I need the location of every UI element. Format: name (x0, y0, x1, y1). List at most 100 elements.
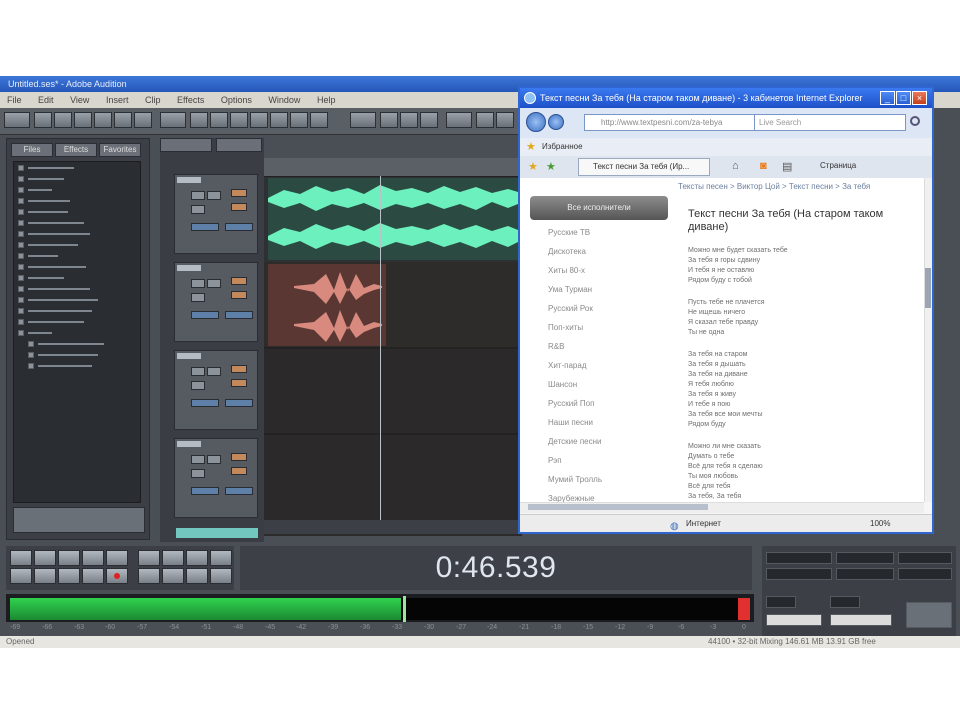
mute-button[interactable] (191, 191, 205, 200)
tree-item[interactable] (28, 361, 140, 371)
zoom-selection-button[interactable] (210, 550, 232, 566)
solo-button[interactable] (207, 191, 221, 200)
mute-button[interactable] (191, 455, 205, 464)
input-select[interactable] (191, 311, 219, 319)
fast-forward-button[interactable] (58, 568, 80, 584)
zoom-right-button[interactable] (210, 568, 232, 584)
tree-item[interactable] (18, 306, 140, 316)
tool-button[interactable] (380, 112, 398, 128)
tempo-field[interactable] (766, 596, 796, 608)
tool-button[interactable] (54, 112, 72, 128)
record-button[interactable] (106, 568, 128, 584)
tool-button[interactable] (476, 112, 494, 128)
record-arm-button[interactable] (191, 205, 205, 214)
menu-options[interactable]: Options (221, 95, 252, 105)
volume-knob[interactable] (231, 453, 247, 461)
address-bar[interactable]: http://www.textpesni.com/za-tebya (584, 114, 762, 131)
artist-link[interactable]: Хиты 80-х (548, 266, 668, 285)
mute-button[interactable] (191, 367, 205, 376)
zoom-full-button[interactable] (186, 550, 208, 566)
tool-button[interactable] (496, 112, 514, 128)
forward-icon[interactable] (548, 114, 564, 130)
tool-button[interactable] (446, 112, 472, 128)
zoom-in-vertical-button[interactable] (138, 568, 160, 584)
selection-end-field[interactable] (836, 552, 894, 564)
tool-button[interactable] (310, 112, 328, 128)
pan-knob[interactable] (231, 379, 247, 387)
zoom-in-button[interactable] (138, 550, 160, 566)
tree-item[interactable] (28, 339, 140, 349)
favorites-center-icon[interactable]: ★ (528, 160, 538, 173)
artist-link[interactable]: Ума Турман (548, 285, 668, 304)
volume-knob[interactable] (231, 277, 247, 285)
artist-link[interactable]: Хит-парад (548, 361, 668, 380)
tool-button[interactable] (250, 112, 268, 128)
tool-button[interactable] (134, 112, 152, 128)
menu-effects[interactable]: Effects (177, 95, 204, 105)
tree-item[interactable] (18, 196, 140, 206)
volume-knob[interactable] (231, 189, 247, 197)
zoom-out-vertical-button[interactable] (162, 568, 184, 584)
view-length-field[interactable] (898, 568, 952, 580)
output-select[interactable] (225, 223, 253, 231)
track-2-header[interactable] (174, 262, 258, 342)
track-4-header[interactable] (174, 438, 258, 518)
selection-length-field[interactable] (898, 552, 952, 564)
time-signature-select[interactable] (766, 614, 822, 626)
stop-button[interactable] (10, 550, 32, 566)
add-favorite-icon[interactable]: ★ (546, 160, 556, 173)
artist-link[interactable]: Рэп (548, 456, 668, 475)
page-vertical-scroll-thumb[interactable] (925, 268, 931, 308)
page-menu[interactable]: Страница (820, 161, 856, 170)
track-1-header[interactable] (174, 174, 258, 254)
tree-item[interactable] (18, 262, 140, 272)
tree-item[interactable] (18, 207, 140, 217)
browser-tab[interactable]: Текст песни За тебя (Ир... (578, 158, 710, 176)
artist-link[interactable]: Зарубежные (548, 494, 668, 502)
search-input[interactable]: Live Search (754, 114, 906, 131)
tool-button[interactable] (400, 112, 418, 128)
view-begin-field[interactable] (766, 568, 832, 580)
volume-knob[interactable] (231, 365, 247, 373)
menu-insert[interactable]: Insert (106, 95, 129, 105)
tool-button[interactable] (74, 112, 92, 128)
view-end-field[interactable] (836, 568, 894, 580)
solo-button[interactable] (207, 455, 221, 464)
artist-link[interactable]: Шансон (548, 380, 668, 399)
solo-button[interactable] (207, 279, 221, 288)
beats-field[interactable] (830, 596, 860, 608)
tool-button[interactable] (160, 112, 186, 128)
minimize-button[interactable]: _ (880, 91, 895, 105)
tool-button[interactable] (420, 112, 438, 128)
track-3-header[interactable] (174, 350, 258, 430)
organizer-scrollbar[interactable] (13, 507, 145, 533)
menu-edit[interactable]: Edit (38, 95, 54, 105)
feeds-icon[interactable]: ◙ (760, 160, 767, 172)
search-icon[interactable] (910, 116, 920, 126)
input-select[interactable] (191, 487, 219, 495)
record-arm-button[interactable] (191, 381, 205, 390)
key-select[interactable] (830, 614, 892, 626)
mute-button[interactable] (191, 279, 205, 288)
pan-knob[interactable] (231, 291, 247, 299)
favorites-label[interactable]: Избранное (542, 138, 583, 156)
tool-button[interactable] (230, 112, 248, 128)
tab-files[interactable]: Files (11, 143, 53, 157)
artist-link[interactable]: Русский Поп (548, 399, 668, 418)
artist-link[interactable]: Русский Рок (548, 304, 668, 323)
page-horizontal-scroll-thumb[interactable] (528, 504, 708, 510)
menu-file[interactable]: File (7, 95, 22, 105)
print-icon[interactable]: ▤ (782, 160, 792, 173)
zoom-left-button[interactable] (186, 568, 208, 584)
close-button[interactable]: × (912, 91, 927, 105)
artist-link[interactable]: Поп-хиты (548, 323, 668, 342)
output-select[interactable] (225, 399, 253, 407)
menu-help[interactable]: Help (317, 95, 336, 105)
tool-button[interactable] (114, 112, 132, 128)
multitrack-area[interactable] (264, 158, 522, 536)
go-to-start-button[interactable] (10, 568, 32, 584)
tree-item[interactable] (18, 229, 140, 239)
artist-link[interactable]: Мумий Тролль (548, 475, 668, 494)
menu-window[interactable]: Window (268, 95, 300, 105)
track-scroll-indicator[interactable] (176, 528, 258, 538)
